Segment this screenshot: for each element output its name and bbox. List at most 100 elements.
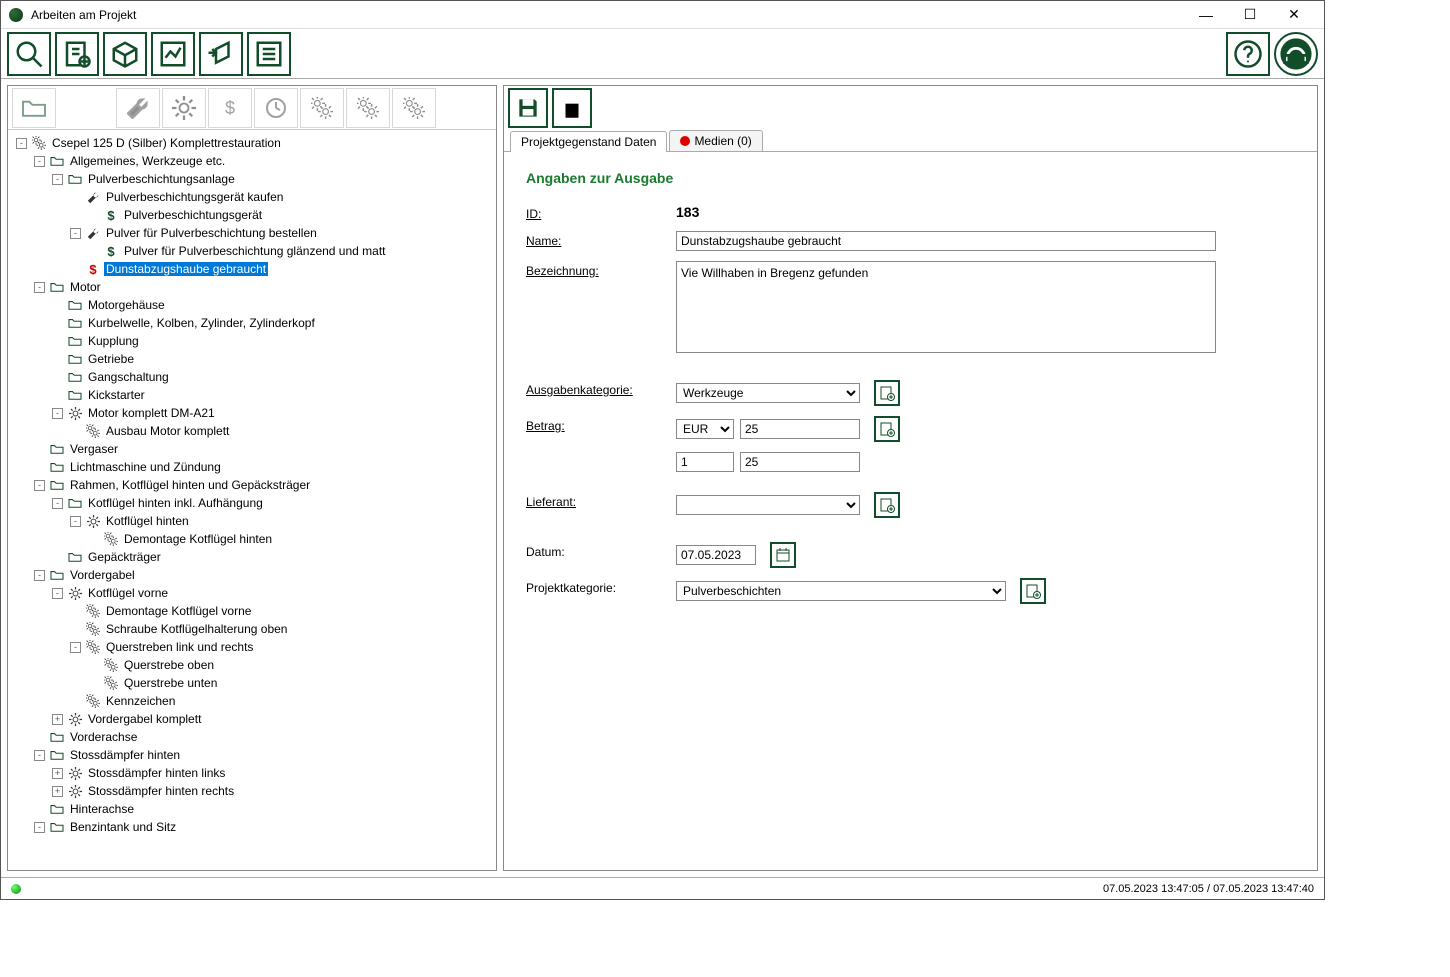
tree-clock-button[interactable] <box>254 88 298 128</box>
tree-toggle[interactable]: - <box>34 822 45 833</box>
tree-gears1-button[interactable] <box>300 88 344 128</box>
tree-label[interactable]: Getriebe <box>86 352 136 366</box>
tree-label[interactable]: Demontage Kotflügel hinten <box>122 532 274 546</box>
package-button[interactable] <box>103 32 147 76</box>
tree-label[interactable]: Hinterachse <box>68 802 136 816</box>
tree-node[interactable]: -Kotflügel hinten inkl. Aufhängung <box>8 494 496 512</box>
tree-node[interactable]: + Stossdämpfer hinten rechts <box>8 782 496 800</box>
tree-label[interactable]: Pulverbeschichtungsgerät <box>122 208 264 222</box>
tree-toggle[interactable]: + <box>52 768 63 779</box>
tree-wrench-button[interactable] <box>116 88 160 128</box>
list-button[interactable] <box>247 32 291 76</box>
projcat-select[interactable]: Pulverbeschichten <box>676 581 1006 601</box>
tree-node[interactable]: $Dunstabzugshaube gebraucht <box>8 260 496 278</box>
tree-label[interactable]: Motor <box>68 280 103 294</box>
tree-node[interactable]: Pulverbeschichtungsgerät kaufen <box>8 188 496 206</box>
tree-node[interactable]: Demontage Kotflügel hinten <box>8 530 496 548</box>
tree-label[interactable]: Vorderachse <box>68 730 139 744</box>
name-input[interactable] <box>676 231 1216 251</box>
tab-data[interactable]: Projektgegenstand Daten <box>510 131 667 152</box>
tree-label[interactable]: Vergaser <box>68 442 120 456</box>
tree-label[interactable]: Querstrebe unten <box>122 676 219 690</box>
tree-label[interactable]: Rahmen, Kotflügel hinten und Gepäcksträg… <box>68 478 312 492</box>
delete-button[interactable] <box>552 88 592 128</box>
tree-toggle[interactable]: + <box>52 714 63 725</box>
tree-label[interactable]: Gangschaltung <box>86 370 171 384</box>
tree-label[interactable]: Pulver für Pulverbeschichtung glänzend u… <box>122 244 388 258</box>
amount-input[interactable] <box>740 419 860 439</box>
currency-select[interactable]: EUR <box>676 419 734 439</box>
tree-node[interactable]: -Kotflügel vorne <box>8 584 496 602</box>
tree-node[interactable]: Schraube Kotflügelhalterung oben <box>8 620 496 638</box>
amount2-input[interactable] <box>740 452 860 472</box>
tree-node[interactable]: -Querstreben link und rechts <box>8 638 496 656</box>
tree-toggle[interactable]: - <box>52 408 63 419</box>
tree-node[interactable]: -Benzintank und Sitz <box>8 818 496 836</box>
tree-node[interactable]: + Stossdämpfer hinten links <box>8 764 496 782</box>
tree-label[interactable]: Kurbelwelle, Kolben, Zylinder, Zylinderk… <box>86 316 317 330</box>
tree-label[interactable]: Stossdämpfer hinten rechts <box>86 784 236 798</box>
tree-label[interactable]: Stossdämpfer hinten links <box>86 766 227 780</box>
desc-textarea[interactable]: Vie Willhaben in Bregenz gefunden <box>676 261 1216 353</box>
tree-toggle[interactable]: + <box>52 786 63 797</box>
tree-label[interactable]: Csepel 125 D (Silber) Komplettrestaurati… <box>50 136 283 150</box>
tree-label[interactable]: Pulverbeschichtungsgerät kaufen <box>104 190 285 204</box>
tree-node[interactable]: Kupplung <box>8 332 496 350</box>
tree-label[interactable]: Querstreben link und rechts <box>104 640 255 654</box>
amount-add-button[interactable] <box>874 416 900 442</box>
tree-toggle[interactable]: - <box>34 570 45 581</box>
tree-node[interactable]: Vorderachse <box>8 728 496 746</box>
tree-label[interactable]: Dunstabzugshaube gebraucht <box>104 262 268 276</box>
tree-toggle[interactable]: - <box>16 138 27 149</box>
tree-label[interactable]: Querstrebe oben <box>122 658 216 672</box>
minimize-button[interactable]: — <box>1184 1 1228 29</box>
tree-node[interactable]: $Pulver für Pulverbeschichtung glänzend … <box>8 242 496 260</box>
tree-label[interactable]: Kotflügel hinten <box>104 514 191 528</box>
tree-node[interactable]: $Pulverbeschichtungsgerät <box>8 206 496 224</box>
category-add-button[interactable] <box>874 380 900 406</box>
tree-node[interactable]: Ausbau Motor komplett <box>8 422 496 440</box>
tree-node[interactable]: Hinterachse <box>8 800 496 818</box>
date-input[interactable] <box>676 545 756 565</box>
tree-label[interactable]: Pulver für Pulverbeschichtung bestellen <box>104 226 319 240</box>
search-button[interactable] <box>7 32 51 76</box>
save-button[interactable] <box>508 88 548 128</box>
tree-gears3-button[interactable] <box>392 88 436 128</box>
tree-node[interactable]: Getriebe <box>8 350 496 368</box>
chart-button[interactable] <box>151 32 195 76</box>
new-doc-button[interactable] <box>55 32 99 76</box>
help-button[interactable] <box>1226 32 1270 76</box>
tree-node[interactable]: Querstrebe unten <box>8 674 496 692</box>
tree-node[interactable]: Gepäckträger <box>8 548 496 566</box>
tree-node[interactable]: - Kotflügel hinten <box>8 512 496 530</box>
tree-label[interactable]: Kotflügel hinten inkl. Aufhängung <box>86 496 265 510</box>
project-tree[interactable]: - Csepel 125 D (Silber) Komplettrestaurat… <box>8 130 496 870</box>
maximize-button[interactable]: ☐ <box>1228 1 1272 29</box>
qty-input[interactable] <box>676 452 734 472</box>
tree-label[interactable]: Ausbau Motor komplett <box>104 424 231 438</box>
tree-node[interactable]: Demontage Kotflügel vorne <box>8 602 496 620</box>
projcat-add-button[interactable] <box>1020 578 1046 604</box>
tree-gear-button[interactable] <box>162 88 206 128</box>
tree-node[interactable]: Kickstarter <box>8 386 496 404</box>
tree-node[interactable]: -Vordergabel <box>8 566 496 584</box>
tree-node[interactable]: Motorgehäuse <box>8 296 496 314</box>
tree-node[interactable]: Gangschaltung <box>8 368 496 386</box>
tree-node[interactable]: Kennzeichen <box>8 692 496 710</box>
supplier-select[interactable] <box>676 495 860 515</box>
tree-toggle[interactable]: - <box>34 750 45 761</box>
tree-node[interactable]: -Rahmen, Kotflügel hinten und Gepäcksträ… <box>8 476 496 494</box>
tree-toggle[interactable]: - <box>70 516 81 527</box>
tree-node[interactable]: -Pulver für Pulverbeschichtung bestellen <box>8 224 496 242</box>
export-button[interactable] <box>199 32 243 76</box>
tree-node[interactable]: Querstrebe oben <box>8 656 496 674</box>
supplier-add-button[interactable] <box>874 492 900 518</box>
tree-label[interactable]: Allgemeines, Werkzeuge etc. <box>68 154 227 168</box>
tree-label[interactable]: Kennzeichen <box>104 694 177 708</box>
tree-label[interactable]: Kupplung <box>86 334 141 348</box>
tree-node[interactable]: Lichtmaschine und Zündung <box>8 458 496 476</box>
category-select[interactable]: Werkzeuge <box>676 383 860 403</box>
tree-node[interactable]: -Pulverbeschichtungsanlage <box>8 170 496 188</box>
tree-label[interactable]: Kotflügel vorne <box>86 586 170 600</box>
tree-label[interactable]: Demontage Kotflügel vorne <box>104 604 253 618</box>
